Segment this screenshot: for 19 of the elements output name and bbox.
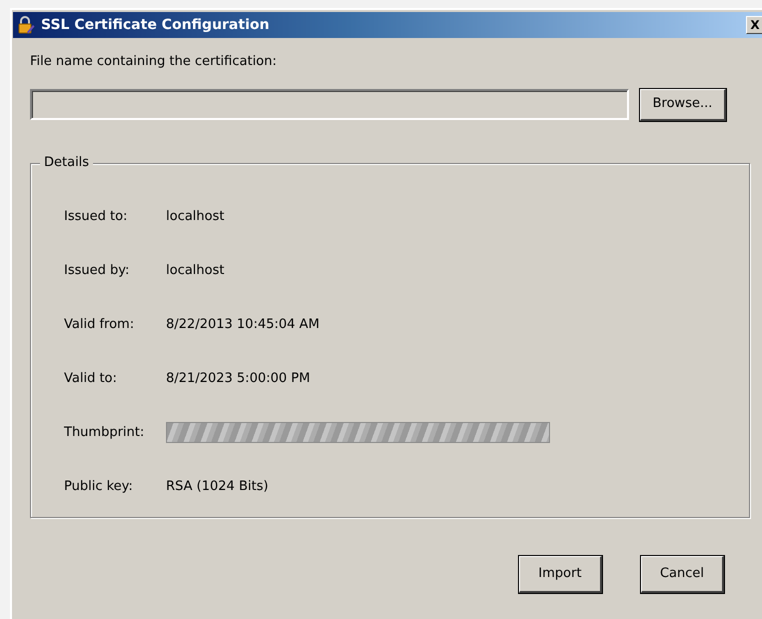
detail-label: Public key:: [64, 478, 134, 496]
import-button[interactable]: Import: [519, 556, 602, 592]
window-title: SSL Certificate Configuration: [41, 16, 270, 34]
detail-value: localhost: [166, 262, 224, 280]
detail-label: Thumbprint:: [64, 424, 146, 442]
file-name-field[interactable]: [30, 88, 629, 120]
detail-label: Valid to:: [64, 370, 118, 388]
detail-value: 8/21/2023 5:00:00 PM: [166, 370, 310, 388]
detail-label: Issued to:: [64, 208, 128, 226]
detail-value: localhost: [166, 208, 224, 226]
cancel-button[interactable]: Cancel: [641, 556, 724, 592]
lock-icon: [17, 16, 35, 34]
detail-label: Valid from:: [64, 316, 136, 334]
browse-button[interactable]: Browse...: [640, 88, 726, 120]
detail-value: 8/22/2013 10:45:04 AM: [166, 316, 320, 334]
field-label: File name containing the certification:: [30, 53, 277, 71]
detail-value: RSA (1024 Bits): [166, 478, 268, 496]
detail-label: Issued by:: [64, 262, 130, 280]
close-button[interactable]: X: [746, 16, 762, 34]
